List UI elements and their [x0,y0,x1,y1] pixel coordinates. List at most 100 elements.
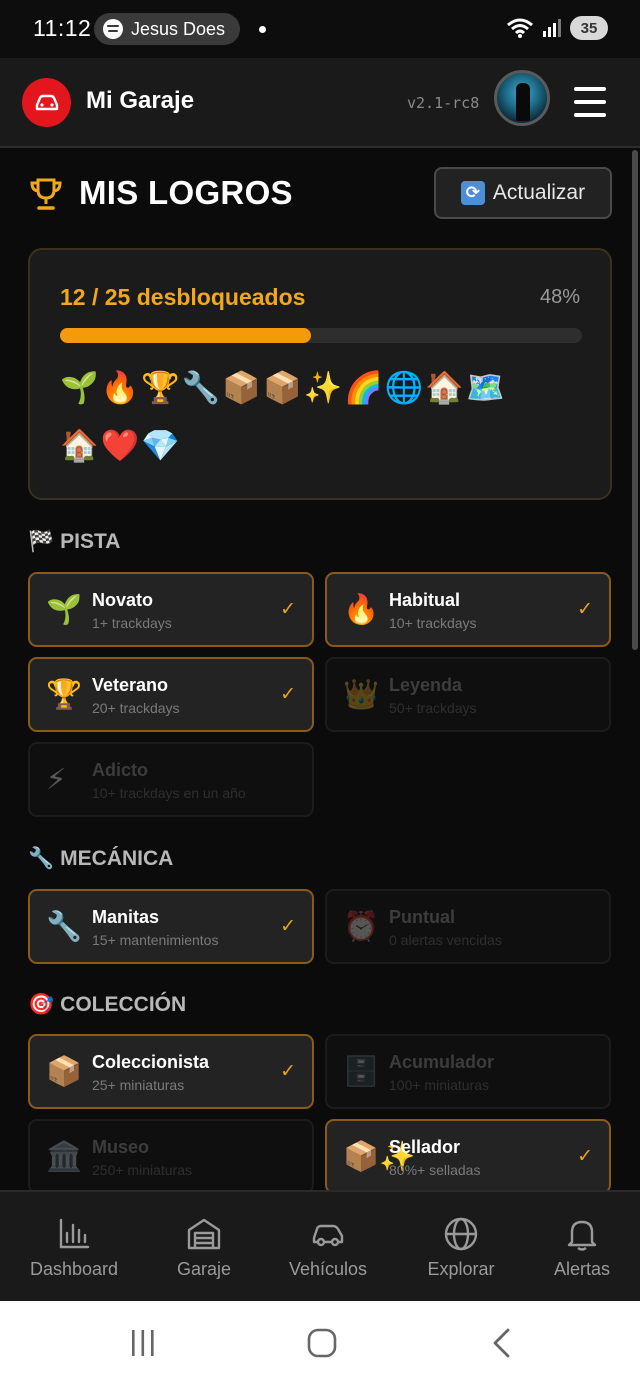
achievement-name: Sellador [389,1137,461,1157]
achievement-icon: 👑 [343,679,380,711]
trophy-icon [30,178,62,210]
target-icon: 🎯 [28,993,55,1016]
app-title: Mi Garaje [86,87,195,114]
achievement-icon: ⏰ [343,911,380,943]
achievement-name: Manitas [92,907,160,927]
achievement-card[interactable]: 📦 Coleccionista 25+ miniaturas ✓ [28,1034,314,1109]
app-header: Mi Garaje v2.1-rc8 [0,58,640,148]
back-icon[interactable] [488,1327,516,1359]
achievement-card[interactable]: 🏆 Veterano 20+ trackdays ✓ [28,657,314,732]
section-pista-header: 🏁 PISTA [28,530,120,554]
achievement-icon: 🏛️ [46,1141,83,1173]
hamburger-menu-icon[interactable] [572,86,608,118]
nav-label: Dashboard [29,1258,119,1279]
refresh-icon: ⟳ [460,181,485,205]
achievement-name: Museo [92,1137,150,1157]
main-content[interactable]: MIS LOGROS ⟳ Actualizar 12 / 25 desbloqu… [0,150,640,1190]
nav-label: Garaje [176,1258,232,1279]
progress-fill [60,328,311,343]
nav-label: Explorar [427,1258,495,1279]
check-icon: ✓ [280,1061,296,1082]
nav-dashboard[interactable]: Dashboard [18,1192,130,1303]
nav-vehiculos[interactable]: Vehículos [276,1192,380,1303]
achievement-icon: 📦 [46,1056,83,1088]
achievement-icon: 🗄️ [343,1056,380,1088]
version-label: v2.1-rc8 [407,94,480,112]
achievement-desc: 10+ trackdays en un año [92,785,246,801]
refresh-button[interactable]: ⟳ Actualizar [434,167,612,219]
car-logo-icon [35,94,58,110]
globe-icon [444,1217,478,1250]
car-icon [312,1224,344,1246]
achievement-card[interactable]: 🔥 Habitual 10+ trackdays ✓ [325,572,611,647]
recent-apps-icon[interactable] [128,1328,158,1358]
nav-label: Alertas [553,1258,611,1279]
achievement-name: Leyenda [389,675,463,695]
nav-explorar[interactable]: Explorar [410,1192,512,1303]
avatar-figure [516,83,530,121]
achievement-card[interactable]: ⚡ Adicto 10+ trackdays en un año [28,742,314,817]
section-coleccion-header: 🎯 COLECCIÓN [28,993,186,1017]
achievement-name: Acumulador [389,1052,495,1072]
section-title: PISTA [60,530,121,553]
achievement-icon: 🌱 [46,594,83,626]
bottom-navigation: Dashboard Garaje Vehículos Explorar Aler… [0,1190,640,1301]
media-chip[interactable]: Jesus Does [94,13,240,45]
nav-garaje[interactable]: Garaje [150,1192,258,1303]
notification-dot [259,26,266,33]
achievement-icon: ⚡ [46,764,67,796]
app-logo[interactable] [22,78,71,127]
achievement-desc: 50+ trackdays [389,700,477,716]
achievement-desc: 15+ mantenimientos [92,932,219,948]
scrollbar[interactable] [632,150,638,650]
refresh-label: Actualizar [492,181,586,204]
progress-bar [60,328,582,343]
achievement-card[interactable]: 🏛️ Museo 250+ miniaturas [28,1119,314,1190]
signal-icon [543,19,561,37]
achievement-name: Veterano [92,675,169,695]
wifi-icon [507,18,533,38]
achievement-icon: 🔧 [46,911,83,943]
checkered-flag-icon: 🏁 [28,530,55,553]
check-icon: ✓ [280,599,296,620]
achievement-card[interactable]: 🗄️ Acumulador 100+ miniaturas [325,1034,611,1109]
nav-label: Vehículos [288,1258,368,1279]
achievement-desc: 0 alertas vencidas [389,932,502,948]
garage-icon [187,1218,221,1249]
section-mecanica-header: 🔧 MECÁNICA [28,847,173,871]
achievement-desc: 10+ trackdays [389,615,477,631]
system-navigation-bar [0,1301,640,1387]
section-title: MECÁNICA [60,847,174,870]
badge-row-1: 🌱🔥🏆🔧📦📦✨🌈🌐🏠🗺️ [60,370,507,405]
achievement-name: Puntual [389,907,455,927]
achievement-card[interactable]: 🌱 Novato 1+ trackdays ✓ [28,572,314,647]
achievement-card[interactable]: 📦✨ Sellador 80%+ selladas ✓ [325,1119,611,1190]
nav-alertas[interactable]: Alertas [540,1192,624,1303]
achievement-name: Novato [92,590,154,610]
status-time: 11:12 [33,15,92,41]
wrench-icon: 🔧 [28,847,55,870]
page-title: MIS LOGROS [79,174,293,211]
achievement-card[interactable]: ⏰ Puntual 0 alertas vencidas [325,889,611,964]
bell-icon [567,1220,597,1251]
check-icon: ✓ [577,599,593,620]
check-icon: ✓ [280,916,296,937]
media-title: Jesus Does [131,18,226,39]
achievement-icon: 🏆 [46,679,83,711]
chart-icon [59,1218,90,1248]
battery-indicator: 35 [570,16,608,40]
home-icon[interactable] [306,1327,338,1359]
achievement-name: Coleccionista [92,1052,210,1072]
avatar[interactable] [494,70,550,126]
achievement-card[interactable]: 🔧 Manitas 15+ mantenimientos ✓ [28,889,314,964]
achievement-name: Adicto [92,760,148,780]
achievement-card[interactable]: 👑 Leyenda 50+ trackdays [325,657,611,732]
achievement-desc: 1+ trackdays [92,615,172,631]
achievement-desc: 80%+ selladas [389,1162,481,1178]
achievement-desc: 20+ trackdays [92,700,180,716]
check-icon: ✓ [577,1146,593,1167]
page-header: MIS LOGROS ⟳ Actualizar [28,167,612,230]
spotify-icon [103,19,123,39]
progress-percent: 48% [539,286,580,308]
achievement-desc: 100+ miniaturas [389,1077,490,1093]
